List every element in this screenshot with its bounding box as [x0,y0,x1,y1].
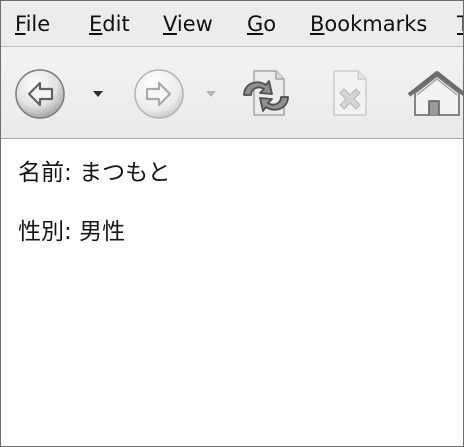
forward-history-dropdown[interactable] [205,89,217,99]
menu-file-accesskey: F [15,12,26,36]
menu-bookmarks[interactable]: Bookmarks [310,12,427,36]
page-content: 名前: まつもと 性別: 男性 [1,139,463,446]
reload-icon [243,70,289,116]
menu-bar: File Edit View Go Bookmarks T [1,1,463,47]
name-value: まつもと [79,160,171,186]
browser-window: File Edit View Go Bookmarks T [0,0,464,447]
dropdown-triangle-icon [206,91,216,97]
menu-file-label: ile [25,12,51,36]
back-history-dropdown[interactable] [92,89,104,99]
menu-go[interactable]: Go [247,12,276,36]
navigation-toolbar [1,47,463,139]
menu-view-accesskey: V [163,12,177,36]
menu-file[interactable]: File [15,12,50,36]
back-button[interactable] [14,68,66,120]
menu-view[interactable]: View [163,12,213,36]
menu-bookmarks-accesskey: B [310,12,325,36]
gender-value: 男性 [79,219,126,245]
name-field: 名前: まつもと [18,158,171,188]
stop-icon [333,70,367,116]
name-label: 名前 [18,160,64,186]
home-icon [407,71,463,116]
name-separator: : [64,160,80,186]
menu-edit-label: dit [102,12,130,36]
menu-tools-accesskey: T [457,12,463,36]
menu-go-label: o [263,12,277,36]
dropdown-triangle-icon [93,91,103,97]
gender-field: 性別: 男性 [18,217,125,247]
menu-edit[interactable]: Edit [89,12,130,36]
stop-button[interactable] [322,65,384,123]
menu-go-accesskey: G [247,12,264,36]
gender-label: 性別 [18,219,64,245]
forward-button[interactable] [133,68,185,120]
menu-view-label: iew [176,12,213,36]
menu-tools[interactable]: T [457,12,463,36]
home-button[interactable] [403,65,463,123]
menu-edit-accesskey: E [89,12,103,36]
reload-button[interactable] [234,65,298,123]
gender-separator: : [64,219,80,245]
menu-bookmarks-label: ookmarks [324,12,428,36]
